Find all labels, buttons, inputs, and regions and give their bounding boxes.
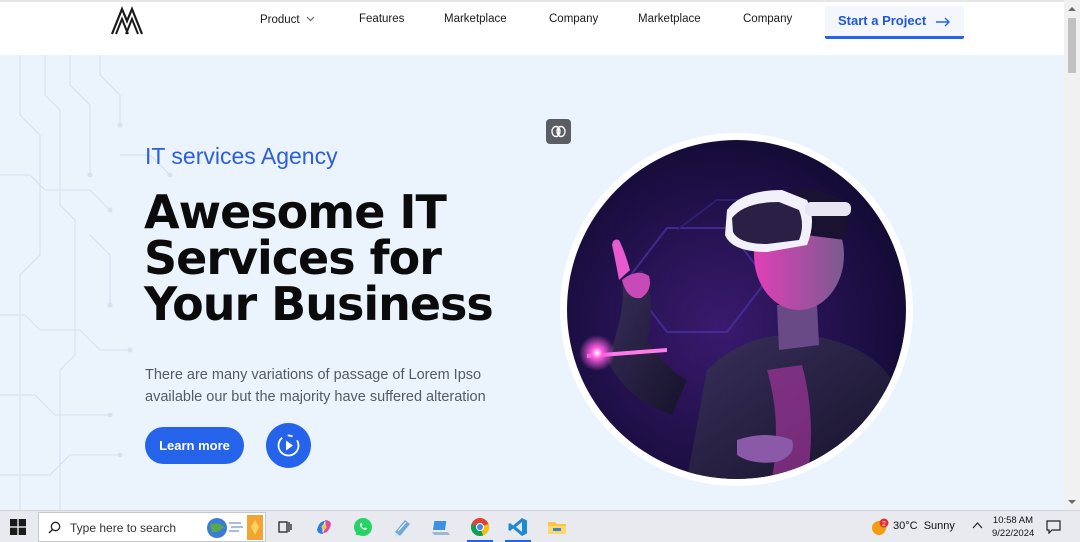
hero-description: There are many variations of passage of …: [145, 364, 525, 408]
clock-time: 10:58 AM: [992, 515, 1034, 526]
search-highlight-globe-icon[interactable]: [207, 515, 263, 540]
notification-icon[interactable]: [1046, 519, 1061, 534]
chevron-up-icon[interactable]: [972, 521, 983, 529]
start-project-button[interactable]: Start a Project: [825, 6, 964, 39]
hero-image-frame: [560, 133, 913, 486]
headline-line-3: Your Business: [144, 277, 494, 331]
search-icon: [48, 521, 61, 534]
scroll-up-icon[interactable]: [1068, 5, 1076, 13]
file-explorer-icon[interactable]: [546, 516, 568, 538]
laptop-icon[interactable]: [430, 516, 452, 538]
play-circle-icon: [277, 434, 300, 457]
weather-text[interactable]: 30°C Sunny: [893, 520, 955, 532]
nav-features[interactable]: Features: [359, 13, 404, 25]
nav-marketplace[interactable]: Marketplace: [444, 13, 507, 25]
chevron-down-icon: [306, 13, 315, 25]
vscode-icon[interactable]: [507, 516, 529, 538]
logo-icon[interactable]: [110, 5, 144, 35]
vr-headset-person-image: [567, 140, 906, 479]
taskbar-search-input[interactable]: Type here to search: [38, 512, 266, 542]
search-placeholder: Type here to search: [70, 521, 177, 535]
arrow-right-icon: [936, 15, 951, 30]
nav-company[interactable]: Company: [549, 13, 598, 25]
description-line-2: available our but the majority have suff…: [145, 389, 486, 405]
scroll-thumb[interactable]: [1068, 18, 1076, 73]
notepad-icon[interactable]: [391, 516, 413, 538]
copilot-icon[interactable]: [313, 516, 335, 538]
weather-condition: Sunny: [923, 520, 955, 532]
hero-tagline: IT services Agency: [145, 143, 338, 169]
page-scrollbar[interactable]: [1064, 0, 1080, 510]
nav-product[interactable]: Product: [260, 13, 315, 26]
chrome-icon[interactable]: [469, 516, 491, 538]
system-clock[interactable]: 10:58 AM 9/22/2024: [992, 514, 1034, 540]
description-line-1: There are many variations of passage of …: [145, 367, 482, 383]
headline-line-2: Services for: [144, 231, 442, 285]
scroll-down-icon[interactable]: [1068, 498, 1076, 506]
nav-company-2[interactable]: Company: [743, 13, 792, 25]
weather-sun-icon[interactable]: 2: [870, 518, 892, 536]
clock-date: 9/22/2024: [992, 528, 1035, 539]
site-header: Product Features Marketplace Company Mar…: [0, 0, 1064, 55]
windows-taskbar: Type here to search 2 30°C Sunny 10:58 A…: [0, 510, 1080, 542]
hero-headline: Awesome IT Services for Your Business: [144, 189, 544, 327]
weather-temp: 30°C: [893, 520, 918, 532]
learn-more-button[interactable]: Learn more: [145, 427, 244, 464]
whatsapp-icon[interactable]: [352, 516, 374, 538]
weather-badge: 2: [882, 521, 886, 528]
nav-product-label: Product: [260, 14, 300, 26]
hero-section: IT services Agency Awesome IT Services f…: [0, 55, 1064, 510]
task-view-icon[interactable]: [274, 516, 296, 538]
browser-viewport: Product Features Marketplace Company Mar…: [0, 0, 1064, 510]
start-project-label: Start a Project: [838, 13, 927, 28]
play-video-button[interactable]: [266, 423, 311, 468]
nav-marketplace-2[interactable]: Marketplace: [638, 13, 701, 25]
windows-start-icon[interactable]: [10, 519, 26, 535]
headline-line-1: Awesome IT: [144, 185, 447, 239]
